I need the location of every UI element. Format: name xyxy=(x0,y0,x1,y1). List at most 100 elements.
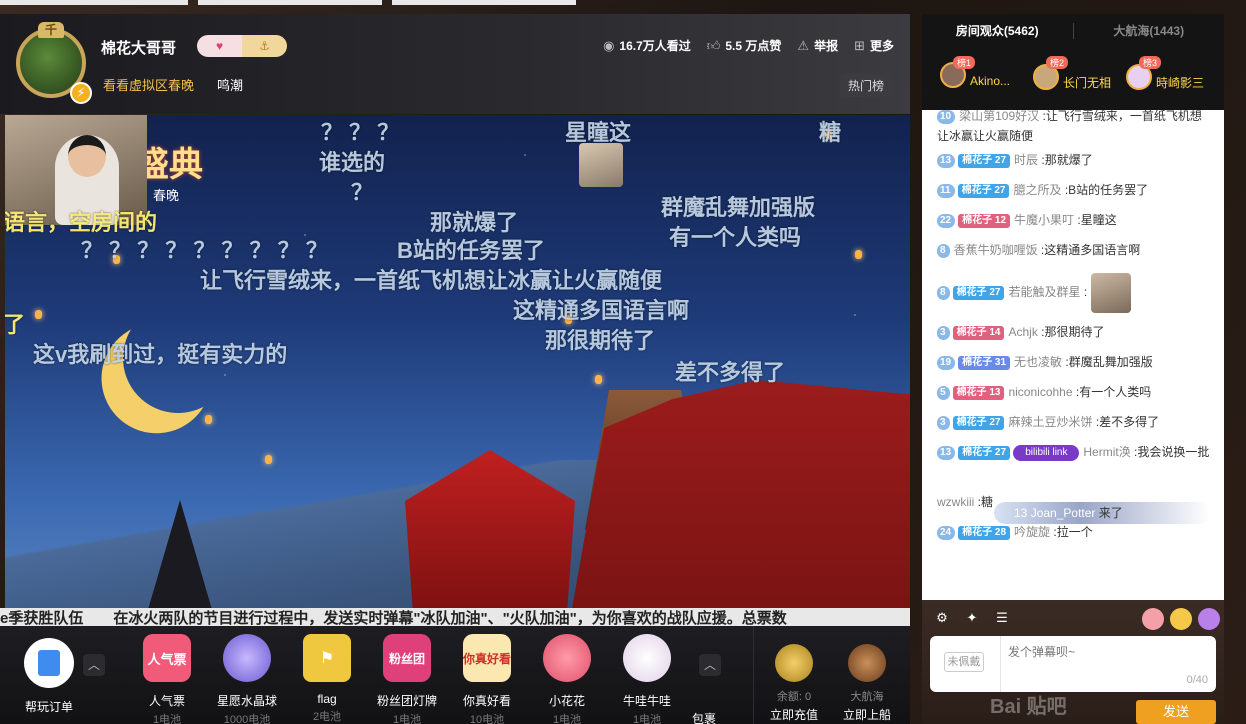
side-panel: 房间观众(5462) 大航海(1443) 榜1 Akino... 榜2 长门无相… xyxy=(922,14,1224,724)
medal-selector[interactable]: 未佩戴 xyxy=(944,652,984,672)
ticker-text: e季获胜队伍 在冰火两队的节目进行过程中，发送实时弹幕"冰队加油"、"火队加油"… xyxy=(0,610,787,626)
quick-emotes xyxy=(1142,608,1220,630)
gift-fan-light[interactable]: 粉丝团 粉丝团灯牌 1电池 xyxy=(367,634,447,724)
entry-notice: 13 Joan_Potter 来了 xyxy=(994,502,1210,524)
chat-message: 8 香蕉牛奶咖喱饭 :这精通多国语言啊 xyxy=(937,240,1212,260)
danmaku-input[interactable] xyxy=(1008,642,1208,662)
tab-fleet[interactable]: 大航海(1443) xyxy=(1074,14,1225,48)
chat-message: 11 棉花子 27 臆之所及 :B站的任务罢了 xyxy=(937,180,1212,200)
chat-message: 22 棉花子 12 牛魔小果叮 :星瞳这 xyxy=(937,210,1212,230)
lantern xyxy=(205,415,212,424)
rank-item[interactable]: 榜1 Akino... xyxy=(940,56,1010,88)
danmaku: 让飞行雪绒来，一首纸飞机想让冰赢让火赢随便 xyxy=(200,268,663,293)
streamer-name[interactable]: 棉花大哥哥 xyxy=(101,37,176,58)
views-stat: ◉ 16.7万人看过 xyxy=(603,37,691,54)
danmaku-settings-icon[interactable]: ⚙ xyxy=(932,608,952,628)
chat-message: 8 棉花子 27 若能触及群星 : xyxy=(937,273,1212,313)
input-divider xyxy=(1000,636,1001,692)
fan-light-icon: 粉丝团 xyxy=(383,634,431,682)
hot-rank-button[interactable]: 热门榜 xyxy=(839,74,892,97)
area-sub-link[interactable]: 鸣潮 xyxy=(217,75,243,94)
chat-message: 24 棉花子 28 吟旋旋 :拉一个 xyxy=(937,522,1212,542)
danmaku: 那很期待了 xyxy=(545,328,656,353)
ticket-icon: 人气票 xyxy=(143,634,191,682)
thumbs-up-emote-icon[interactable] xyxy=(1142,608,1164,630)
tab-room-audience[interactable]: 房间观众(5462) xyxy=(922,14,1073,48)
chevron-up-icon[interactable]: ︿ xyxy=(83,654,105,676)
heart-icon: ♥ xyxy=(197,35,242,57)
lantern xyxy=(35,310,42,319)
gift-you-look-good[interactable]: 你真好看 你真好看 10电池 xyxy=(447,634,527,724)
flower-icon xyxy=(543,634,591,682)
order-icon xyxy=(24,638,74,688)
danmaku-sticker xyxy=(579,143,623,187)
avatar-frame-badge: 千 xyxy=(38,22,64,38)
rank-item[interactable]: 榜2 长门无相 xyxy=(1033,56,1111,91)
grid-icon: ⊞ xyxy=(854,37,865,53)
lightning-icon: ⚡ xyxy=(70,82,92,104)
danmaku: 糖 xyxy=(819,120,842,145)
rank-item[interactable]: 榜3 時崎影三 xyxy=(1126,56,1204,91)
audience-tabs: 房间观众(5462) 大航海(1443) xyxy=(922,14,1224,48)
top-strip xyxy=(198,0,382,5)
danmaku: ？ xyxy=(351,180,374,205)
follow-button[interactable]: ♥ ⚓ xyxy=(197,35,287,57)
danmaku: 星瞳这 xyxy=(565,120,632,145)
chat-message: 13 棉花子 27 时辰 :那就爆了 xyxy=(937,150,1212,170)
sparkle-icon[interactable]: ✦ xyxy=(962,608,982,628)
lantern xyxy=(595,375,602,384)
gift-flag[interactable]: ⚑ flag 2电池 xyxy=(287,634,367,724)
danmaku: ？ ？ ？ xyxy=(321,120,400,145)
emoji-panel-icon[interactable]: ☰ xyxy=(992,608,1012,628)
gift-cow[interactable]: 牛哇牛哇 1电池 xyxy=(607,634,687,724)
chat-input-bar: ⚙ ✦ ☰ 未佩戴 0/40 Bai 贴吧 发送 xyxy=(922,600,1224,724)
danmaku-input-box: 未佩戴 0/40 xyxy=(930,636,1216,692)
danmaku: 了 xyxy=(5,312,26,337)
live-room: 千 ⚡ 棉花大哥哥 ♥ ⚓ 看看虚拟区春晚 鸣潮 ◉ 16.7万人看过 👍︎ 5.5… xyxy=(0,0,1246,724)
likes-stat[interactable]: 👍︎ 5.5 万点赞 xyxy=(707,37,782,54)
streamer-avatar[interactable]: 千 ⚡ xyxy=(12,22,92,106)
danmaku: 谁选的 xyxy=(319,150,386,175)
crystal-ball-icon xyxy=(223,634,271,682)
cow-icon xyxy=(623,634,671,682)
area-link[interactable]: 看看虚拟区春晚 xyxy=(103,75,194,94)
send-button[interactable]: 发送 xyxy=(1136,700,1216,724)
gift-crystal-ball[interactable]: 星愿水晶球 1000电池 xyxy=(207,634,287,724)
recharge-button[interactable]: 余额: 0 立即充值 xyxy=(759,644,829,723)
chat-message: 3 棉花子 14 Achjk :那很期待了 xyxy=(937,322,1212,342)
more-button[interactable]: ⊞ 更多 xyxy=(854,37,894,54)
battery-icon xyxy=(775,644,813,682)
wallet-area: 余额: 0 立即充值 大航海 立即上船 xyxy=(753,626,910,724)
room-header: 千 ⚡ 棉花大哥哥 ♥ ⚓ 看看虚拟区春晚 鸣潮 ◉ 16.7万人看过 👍︎ 5.5… xyxy=(0,14,910,114)
video-player[interactable]: 盛典 春晚 ？ ？ ？ 星瞳这 糖 谁选的 ？ 语言，空房间的 群魔乱舞加强版 … xyxy=(5,115,910,620)
gift-popularity-ticket[interactable]: 人气票 人气票 1电池 xyxy=(127,634,207,724)
danmaku: 这精通多国语言啊 xyxy=(513,298,690,323)
help-play-order-button[interactable]: 帮玩订单 xyxy=(22,638,76,715)
chevron-up-icon[interactable]: ︿ xyxy=(699,654,721,676)
danmaku: 这v我刷到过，挺有实力的 xyxy=(33,342,288,367)
report-button[interactable]: ⚠ 举报 xyxy=(797,37,838,54)
chat-message: 13 棉花子 27 bilibili link Hermit涣 :我会说换一批 xyxy=(937,442,1212,462)
announcement-ticker: e季获胜队伍 在冰火两队的节目进行过程中，发送实时弹幕"冰队加油"、"火队加油"… xyxy=(0,608,910,626)
board-fleet-button[interactable]: 大航海 立即上船 xyxy=(832,644,902,723)
top-rank-list: 榜1 Akino... 榜2 长门无相 榜3 時崎影三 xyxy=(922,48,1224,110)
chat-list[interactable]: 10 梁山第109好汉 :让飞行雪绒来，一首纸飞机想让冰赢让火赢随便 13 棉花子 … xyxy=(922,110,1224,600)
danmaku: B站的任务罢了 xyxy=(397,238,545,263)
festival-logo-sub: 春晚 xyxy=(153,188,180,203)
room-stats: ◉ 16.7万人看过 👍︎ 5.5 万点赞 ⚠ 举报 ⊞ 更多 xyxy=(603,37,894,54)
gift-emote-icon[interactable] xyxy=(1198,608,1220,630)
lantern xyxy=(855,250,862,259)
bili-link-badge: bilibili link xyxy=(1013,444,1080,461)
chat-sticker xyxy=(1091,273,1132,313)
top-strip xyxy=(0,0,188,5)
warning-icon: ⚠ xyxy=(797,37,810,53)
gift-flower[interactable]: 小花花 1电池 xyxy=(527,634,607,724)
anchor-icon xyxy=(848,644,886,682)
danmaku: 有一个人类吗 xyxy=(669,225,802,250)
chat-message: 5 棉花子 13 niconicohhe :有一个人类吗 xyxy=(937,382,1212,402)
flag-icon: ⚑ xyxy=(303,634,351,682)
smile-emote-icon[interactable] xyxy=(1170,608,1192,630)
pack-button[interactable]: 包裹 xyxy=(692,710,716,724)
gift-bar: 帮玩订单 ︿ 人气票 人气票 1电池 星愿水晶球 1000电池 ⚑ flag 2… xyxy=(0,626,910,724)
char-counter: 0/40 xyxy=(1186,674,1208,686)
